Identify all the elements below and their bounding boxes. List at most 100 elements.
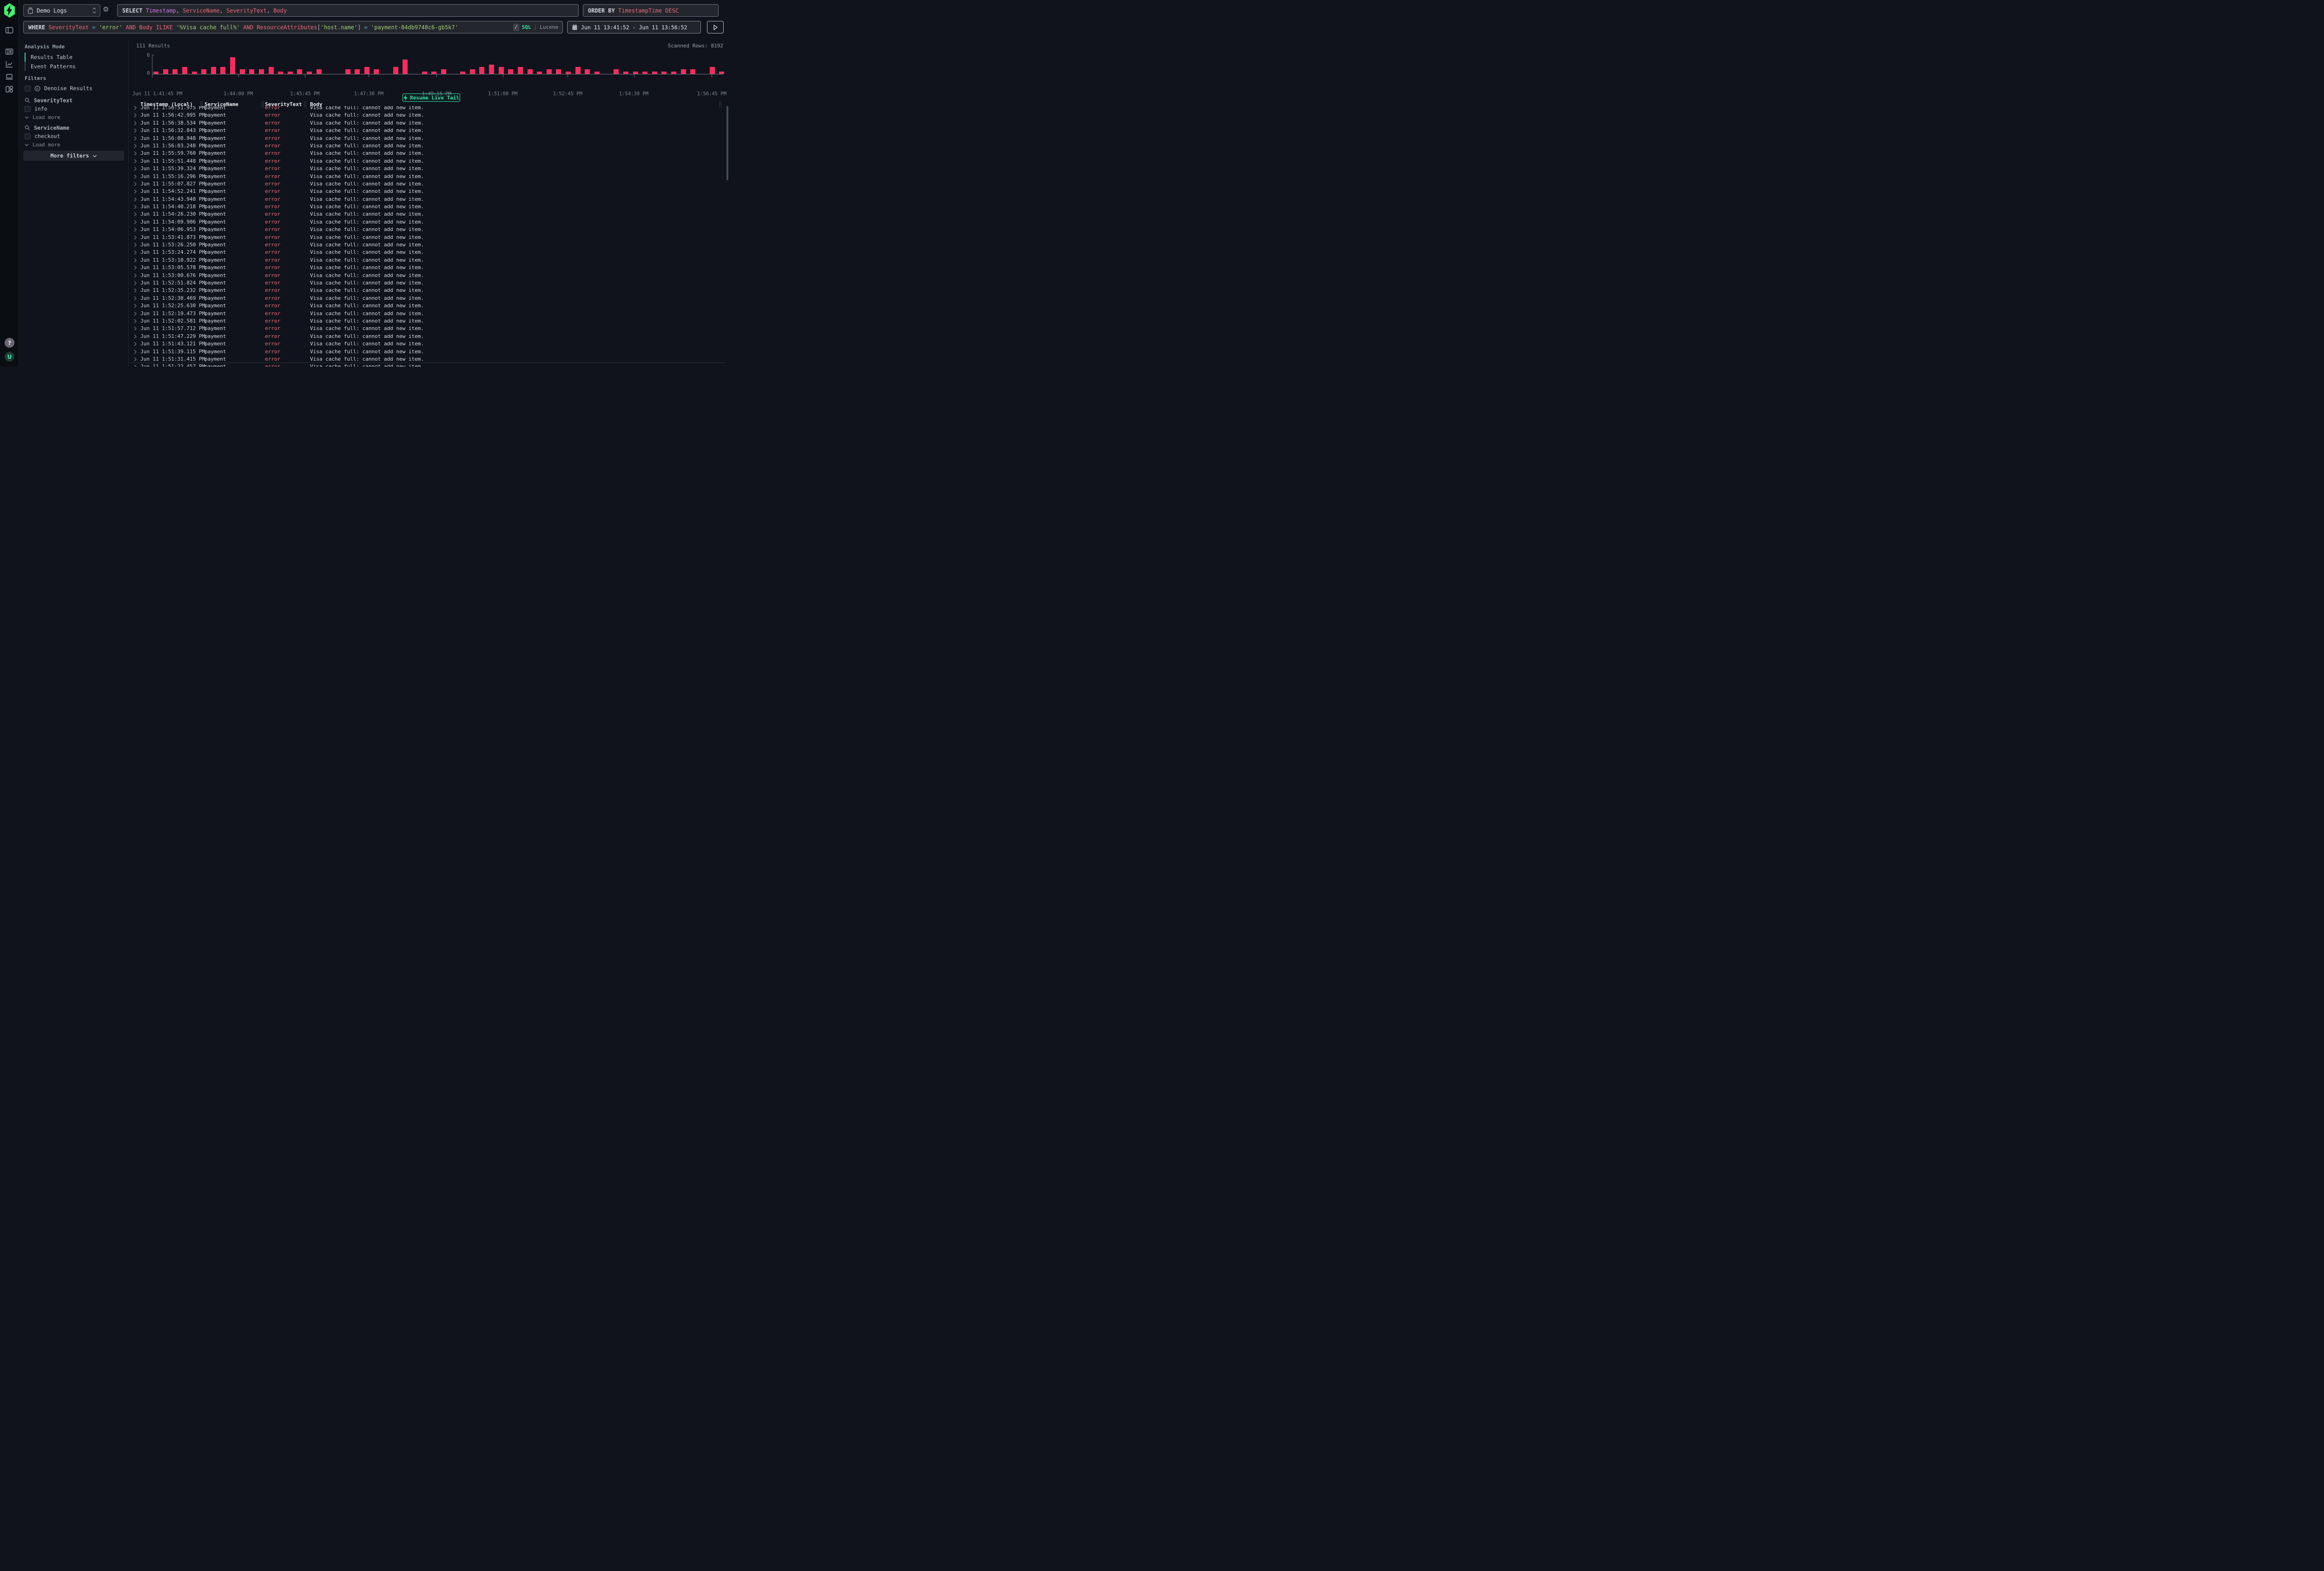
expand-chevron-icon[interactable] (134, 250, 137, 255)
more-filters-button[interactable]: More filters (23, 151, 124, 161)
load-more-servicename[interactable]: Load more (25, 141, 125, 148)
expand-chevron-icon[interactable] (134, 296, 137, 301)
table-row[interactable]: Jun 11 1:56:32.843 PMpaymenterrorVisa ca… (129, 127, 725, 134)
expand-chevron-icon[interactable] (134, 342, 137, 346)
expand-chevron-icon[interactable] (134, 159, 137, 164)
date-range-picker[interactable]: Jun 11 13:41:52 - Jun 11 13:56:52 (567, 21, 701, 33)
table-row[interactable]: Jun 11 1:54:26.230 PMpaymenterrorVisa ca… (129, 211, 725, 218)
resume-live-tail-button[interactable]: Resume Live Tail (403, 93, 460, 102)
expand-chevron-icon[interactable] (134, 326, 137, 331)
table-row[interactable]: Jun 11 1:55:07.827 PMpaymenterrorVisa ca… (129, 180, 725, 188)
table-row[interactable]: Jun 11 1:52:30.469 PMpaymenterrorVisa ca… (129, 295, 725, 302)
table-row[interactable]: Jun 11 1:53:24.274 PMpaymenterrorVisa ca… (129, 249, 725, 256)
table-row[interactable]: Jun 11 1:54:09.906 PMpaymenterrorVisa ca… (129, 218, 725, 226)
table-row[interactable]: Jun 11 1:56:08.948 PMpaymenterrorVisa ca… (129, 135, 725, 142)
denoise-checkbox[interactable] (25, 86, 31, 92)
expand-chevron-icon[interactable] (134, 334, 137, 339)
filter-option-info[interactable]: info (25, 105, 125, 112)
help-button[interactable]: ? (5, 338, 14, 348)
expand-chevron-icon[interactable] (134, 128, 137, 133)
expand-chevron-icon[interactable] (134, 350, 137, 354)
table-row[interactable]: Jun 11 1:51:43.121 PMpaymenterrorVisa ca… (129, 340, 725, 348)
source-select[interactable]: Demo Logs (23, 4, 100, 17)
table-row[interactable]: Jun 11 1:51:47.229 PMpaymenterrorVisa ca… (129, 333, 725, 340)
where-query-input[interactable]: WHERE SeverityText = 'error' AND Body IL… (23, 21, 563, 33)
expand-chevron-icon[interactable] (134, 205, 137, 209)
select-query-input[interactable]: SELECT Timestamp, ServiceName, SeverityT… (117, 4, 579, 17)
mode-sql[interactable]: SQL (522, 24, 531, 30)
table-row[interactable]: Jun 11 1:56:03.248 PMpaymenterrorVisa ca… (129, 142, 725, 150)
expand-chevron-icon[interactable] (134, 106, 137, 110)
table-row[interactable]: Jun 11 1:55:59.760 PMpaymenterrorVisa ca… (129, 150, 725, 157)
table-row[interactable]: Jun 11 1:55:51.448 PMpaymenterrorVisa ca… (129, 158, 725, 165)
expand-chevron-icon[interactable] (134, 288, 137, 293)
search-icon[interactable] (25, 125, 30, 131)
expand-chevron-icon[interactable] (134, 227, 137, 232)
checkout-checkbox[interactable] (25, 133, 31, 139)
table-row[interactable]: Jun 11 1:51:39.115 PMpaymenterrorVisa ca… (129, 348, 725, 356)
expand-chevron-icon[interactable] (134, 273, 137, 278)
table-row[interactable]: Jun 11 1:53:41.873 PMpaymenterrorVisa ca… (129, 234, 725, 241)
expand-chevron-icon[interactable] (134, 182, 137, 186)
load-more-severitytext[interactable]: Load more (25, 113, 125, 121)
expand-chevron-icon[interactable] (134, 189, 137, 194)
table-row[interactable]: Jun 11 1:52:51.824 PMpaymenterrorVisa ca… (129, 279, 725, 287)
table-row[interactable]: Jun 11 1:52:35.232 PMpaymenterrorVisa ca… (129, 287, 725, 294)
vertical-scrollbar-thumb[interactable] (726, 106, 728, 180)
user-avatar[interactable]: U (5, 352, 14, 362)
chart-icon[interactable] (5, 60, 14, 69)
expand-chevron-icon[interactable] (134, 311, 137, 316)
table-row[interactable]: Jun 11 1:53:05.578 PMpaymenterrorVisa ca… (129, 264, 725, 271)
info-checkbox[interactable] (25, 106, 31, 112)
expand-chevron-icon[interactable] (134, 319, 137, 323)
table-row[interactable]: Jun 11 1:53:00.676 PMpaymenterrorVisa ca… (129, 272, 725, 279)
expand-chevron-icon[interactable] (134, 304, 137, 308)
table-row[interactable]: Jun 11 1:52:02.581 PMpaymenterrorVisa ca… (129, 317, 725, 325)
denoise-results-toggle[interactable]: Denoise Results (25, 85, 125, 92)
expand-chevron-icon[interactable] (134, 151, 137, 156)
expand-chevron-icon[interactable] (134, 281, 137, 285)
expand-chevron-icon[interactable] (134, 364, 137, 367)
table-row[interactable]: Jun 11 1:52:25.630 PMpaymenterrorVisa ca… (129, 302, 725, 310)
results-histogram[interactable]: 8 0 Jun 11 1:41:45 PM1:44:00 PM1:45:45 P… (153, 55, 723, 74)
table-row[interactable]: Jun 11 1:54:43.948 PMpaymenterrorVisa ca… (129, 196, 725, 203)
expand-chevron-icon[interactable] (134, 113, 137, 118)
table-row[interactable]: Jun 11 1:54:06.953 PMpaymenterrorVisa ca… (129, 226, 725, 233)
expand-chevron-icon[interactable] (134, 136, 137, 141)
sidebar-item-event-patterns[interactable]: Event Patterns (25, 62, 124, 71)
expand-chevron-icon[interactable] (134, 243, 137, 247)
expand-chevron-icon[interactable] (134, 174, 137, 179)
expand-chevron-icon[interactable] (134, 166, 137, 171)
mode-lucene[interactable]: Lucene (540, 24, 558, 30)
expand-chevron-icon[interactable] (134, 357, 137, 362)
table-row[interactable]: Jun 11 1:53:10.922 PMpaymenterrorVisa ca… (129, 257, 725, 264)
expand-chevron-icon[interactable] (134, 265, 137, 270)
table-row[interactable]: Jun 11 1:55:39.324 PMpaymenterrorVisa ca… (129, 165, 725, 172)
laptop-sessions-icon[interactable] (5, 73, 14, 81)
dashboard-icon[interactable] (5, 85, 14, 94)
table-row[interactable]: Jun 11 1:54:52.241 PMpaymenterrorVisa ca… (129, 188, 725, 195)
table-row[interactable]: Jun 11 1:56:42.995 PMpaymenterrorVisa ca… (129, 112, 725, 119)
table-row[interactable]: Jun 11 1:52:19.473 PMpaymenterrorVisa ca… (129, 310, 725, 317)
table-row[interactable]: Jun 11 1:56:38.534 PMpaymenterrorVisa ca… (129, 119, 725, 127)
expand-chevron-icon[interactable] (134, 220, 137, 224)
table-row[interactable]: Jun 11 1:51:31.415 PMpaymenterrorVisa ca… (129, 356, 725, 363)
expand-chevron-icon[interactable] (134, 121, 137, 125)
expand-chevron-icon[interactable] (134, 197, 137, 202)
table-row[interactable]: Jun 11 1:53:26.250 PMpaymenterrorVisa ca… (129, 241, 725, 249)
table-row[interactable]: Jun 11 1:54:40.218 PMpaymenterrorVisa ca… (129, 203, 725, 211)
table-row[interactable]: Jun 11 1:56:51.975 PMpaymenterrorVisa ca… (129, 106, 725, 112)
panel-toggle-icon[interactable] (5, 26, 14, 35)
search-icon[interactable] (25, 98, 30, 103)
table-row[interactable]: Jun 11 1:51:57.712 PMpaymenterrorVisa ca… (129, 325, 725, 332)
expand-chevron-icon[interactable] (134, 235, 137, 240)
run-query-button[interactable] (707, 21, 724, 33)
table-row[interactable]: Jun 11 1:51:22.457 PMpaymenterrorVisa ca… (129, 363, 725, 367)
filter-option-checkout[interactable]: checkout (25, 132, 125, 140)
source-settings-gear-icon[interactable]: ⚙ (103, 6, 109, 13)
table-row[interactable]: Jun 11 1:55:16.296 PMpaymenterrorVisa ca… (129, 173, 725, 180)
orderby-query-input[interactable]: ORDER BY TimestampTime DESC (583, 4, 719, 17)
search-logs-icon[interactable] (5, 47, 14, 56)
expand-chevron-icon[interactable] (134, 212, 137, 217)
expand-chevron-icon[interactable] (134, 144, 137, 148)
